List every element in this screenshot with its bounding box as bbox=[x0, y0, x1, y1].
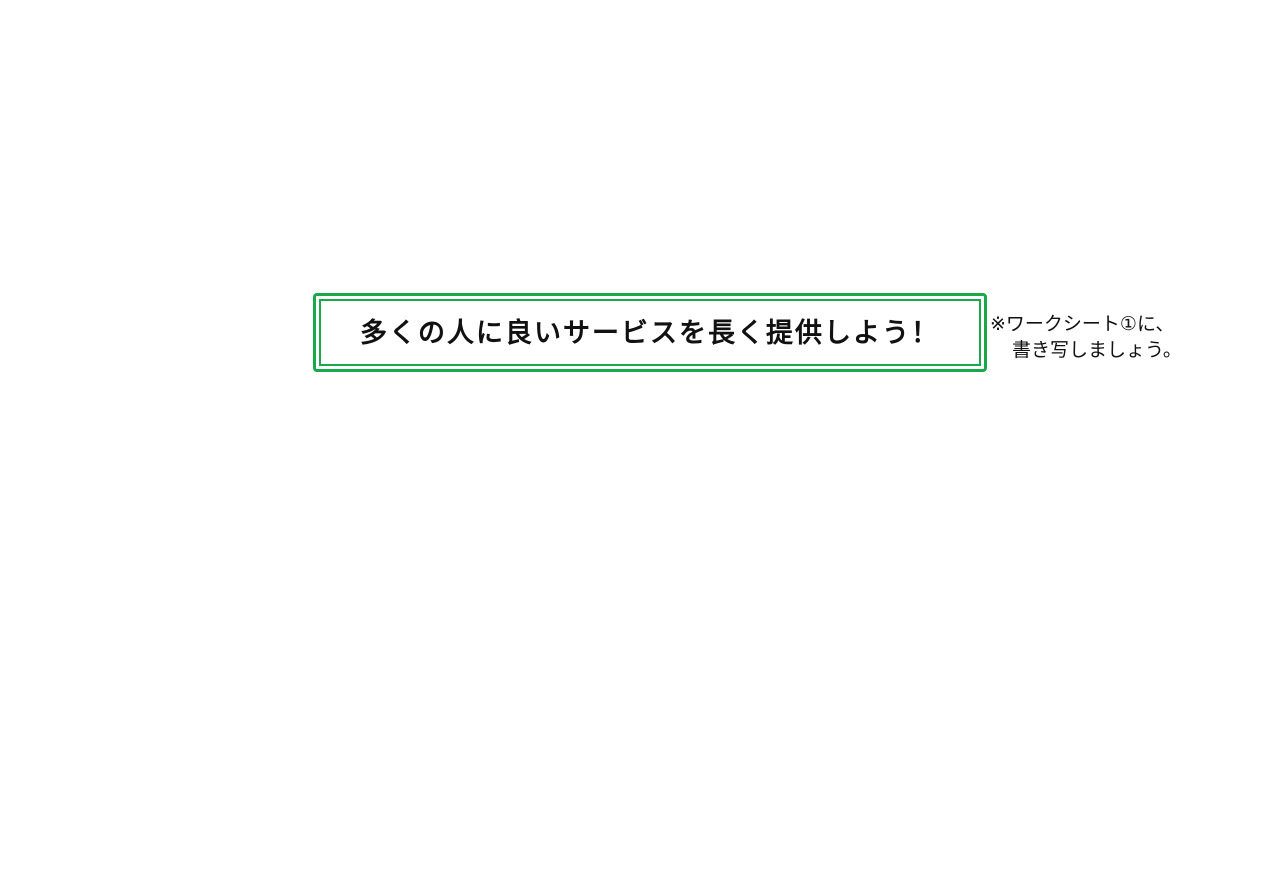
goal-box-inner-border: 多くの人に良いサービスを長く提供しよう！ bbox=[319, 299, 981, 366]
instruction-note: ※ワークシート①に、 書き写しましょう。 bbox=[990, 311, 1230, 363]
instruction-note-line-1: ※ワークシート①に、 bbox=[990, 313, 1175, 335]
goal-text: 多くの人に良いサービスを長く提供しよう！ bbox=[360, 318, 940, 349]
worksheet-page: 多くの人に良いサービスを長く提供しよう！ ※ワークシート①に、 書き写しましょう… bbox=[0, 0, 1286, 890]
goal-box: 多くの人に良いサービスを長く提供しよう！ bbox=[313, 293, 987, 372]
instruction-note-line-2: 書き写しましょう。 bbox=[1012, 339, 1182, 361]
